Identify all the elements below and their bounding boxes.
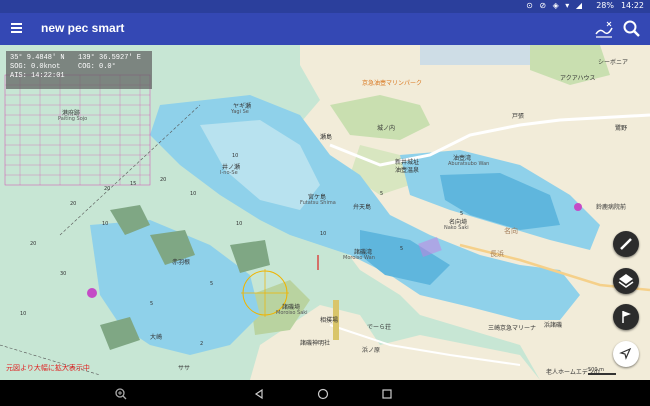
map-label: ササ bbox=[178, 365, 191, 372]
home-icon[interactable] bbox=[316, 386, 330, 400]
map-label: 戸張 bbox=[512, 113, 525, 120]
map-label: 城ノ内 bbox=[377, 125, 396, 132]
flag-icon bbox=[622, 311, 631, 323]
navigation-arrow-icon bbox=[619, 347, 632, 360]
svg-text:10: 10 bbox=[102, 221, 108, 227]
speed-over-ground: SOG: 0.0knot bbox=[10, 63, 61, 71]
map-label: 大崎 bbox=[150, 334, 163, 341]
map-label: 弁天島 bbox=[353, 204, 372, 211]
battery-level: 28% bbox=[596, 1, 614, 10]
latitude: 35° 9.4848' N bbox=[10, 54, 65, 62]
svg-text:10: 10 bbox=[320, 231, 326, 237]
navigation-button[interactable] bbox=[613, 341, 639, 367]
map-label-sub: Aburatsubo Wan bbox=[448, 161, 490, 167]
map-label-sub: I-no-Se bbox=[220, 170, 238, 176]
tide-wave-icon[interactable] bbox=[593, 18, 615, 40]
nautical-chart-map[interactable]: 20 20 10 10 10 10 555 20 30 10 15 5 5 20 10 2 油壺湾 … bbox=[0, 45, 650, 380]
svg-text:10: 10 bbox=[190, 191, 196, 197]
svg-text:10: 10 bbox=[232, 153, 238, 159]
svg-text:20: 20 bbox=[30, 241, 36, 247]
search-icon[interactable] bbox=[622, 19, 642, 39]
waypoint-flag-button[interactable] bbox=[613, 304, 639, 330]
map-label-sub: Moroiso Wan bbox=[343, 255, 375, 261]
app-bar: new pec smart bbox=[0, 13, 650, 45]
svg-text:5: 5 bbox=[400, 246, 403, 252]
svg-text:20: 20 bbox=[160, 177, 166, 183]
system-nav-bar bbox=[0, 380, 650, 406]
map-label: 鷺野 bbox=[615, 125, 628, 132]
scale-bar: 500 m bbox=[588, 367, 616, 375]
map-label: でーら荘 bbox=[367, 324, 392, 331]
map-label-sub: Moroiso Saki bbox=[276, 310, 308, 316]
course-over-ground: COG: 0.0° bbox=[78, 63, 116, 71]
status-bar: ⊙ ⊘ ◈ ▾ ◢ 28% 14:22 bbox=[0, 0, 650, 13]
map-label: アクアハウス bbox=[560, 75, 596, 82]
layers-icon bbox=[618, 274, 634, 288]
map-label: シーボニア bbox=[598, 59, 629, 66]
svg-text:20: 20 bbox=[104, 186, 110, 192]
map-label-sub: Nako Saki bbox=[444, 225, 469, 231]
app-title: new pec smart bbox=[41, 21, 125, 35]
map-label: 三崎京急マリーナ bbox=[488, 325, 537, 332]
recent-apps-icon[interactable] bbox=[380, 386, 394, 400]
map-label: 相撲場 bbox=[320, 317, 339, 324]
map-label: 京急油壺マリンパーク bbox=[362, 80, 423, 87]
svg-text:5: 5 bbox=[150, 301, 153, 307]
svg-text:20: 20 bbox=[70, 201, 76, 207]
svg-text:2: 2 bbox=[200, 341, 203, 347]
status-icons: ⊙ ⊘ ◈ ▾ ◢ bbox=[526, 1, 584, 10]
map-label: 赤羽根 bbox=[172, 259, 191, 266]
map-label: 諸磯神明社 bbox=[300, 340, 331, 347]
ais-time: AIS: 14:22:01 bbox=[10, 72, 65, 80]
map-label: 浜ノ原 bbox=[362, 347, 381, 354]
map-label: 油壺温泉 bbox=[395, 167, 420, 174]
zoom-icon[interactable] bbox=[114, 386, 128, 400]
map-label-sub: Yagi Se bbox=[231, 109, 249, 115]
zoom-warning-text: 元図より大幅に拡大表示中 bbox=[6, 364, 90, 372]
map-label-sub: Paiting Sojo bbox=[58, 116, 88, 122]
map-label: 鈴鹿病院前 bbox=[596, 204, 627, 211]
back-icon[interactable] bbox=[252, 386, 266, 400]
ruler-icon bbox=[620, 238, 632, 250]
svg-text:10: 10 bbox=[20, 311, 26, 317]
svg-text:15: 15 bbox=[130, 181, 136, 187]
longitude: 139° 36.5927' E bbox=[78, 54, 142, 62]
position-info-panel: 35° 9.4848' N 139° 36.5927' E SOG: 0.0kno… bbox=[6, 51, 152, 89]
map-label: 浜諸磯 bbox=[544, 322, 563, 329]
map-label: 名向 bbox=[504, 227, 518, 235]
menu-icon[interactable] bbox=[9, 21, 25, 37]
clock: 14:22 bbox=[620, 1, 644, 10]
map-label-sub: Futatsu Shima bbox=[300, 200, 336, 206]
svg-text:5: 5 bbox=[380, 191, 383, 197]
map-label: 瀬島 bbox=[320, 134, 333, 141]
measure-ruler-button[interactable] bbox=[613, 231, 639, 257]
map-label: 長浜 bbox=[490, 250, 504, 258]
svg-text:30: 30 bbox=[60, 271, 66, 277]
chart-canvas: 202010 101010 555 203010 1555 20102 bbox=[0, 45, 650, 380]
layers-button[interactable] bbox=[613, 268, 639, 294]
svg-text:10: 10 bbox=[236, 221, 242, 227]
svg-text:5: 5 bbox=[210, 281, 213, 287]
